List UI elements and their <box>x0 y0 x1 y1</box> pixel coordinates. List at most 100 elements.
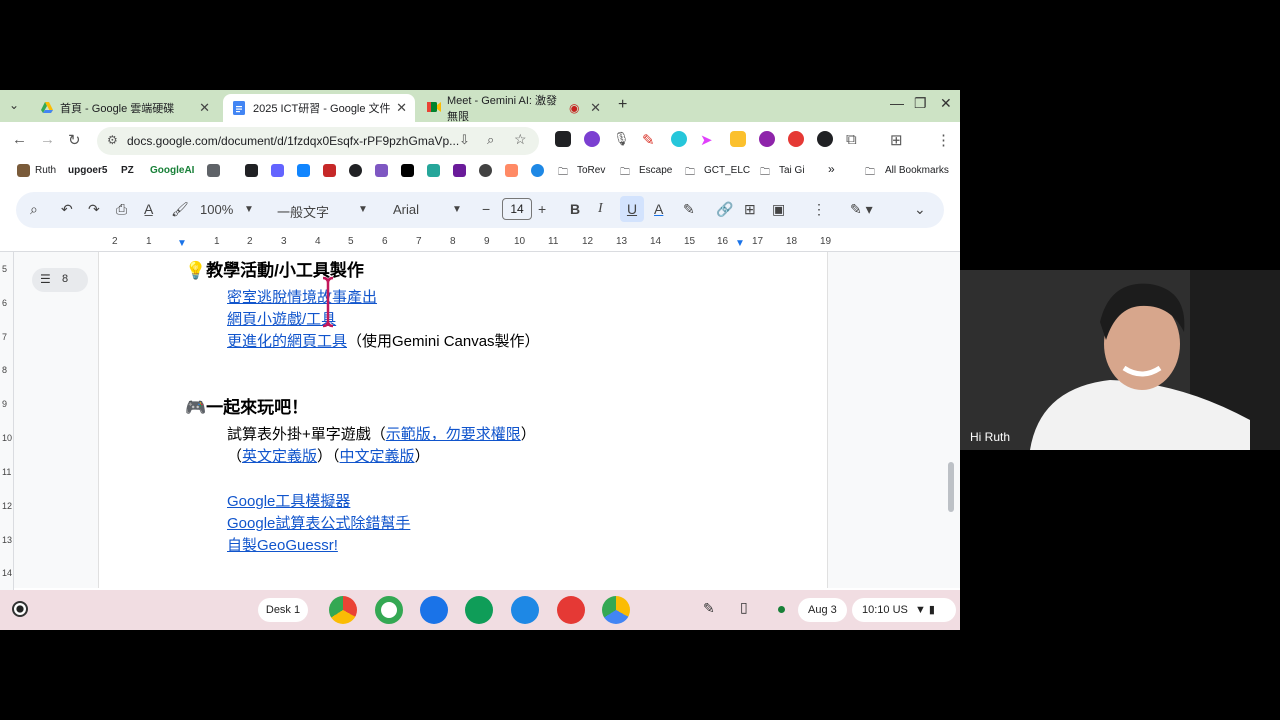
minimize-icon[interactable]: — <box>890 95 904 111</box>
bookmark-star-icon[interactable]: ☆ <box>514 131 527 148</box>
doc-link-escape-room-story[interactable]: 密室逃脫情境故事產出 <box>227 289 377 306</box>
bookmark-code-icon[interactable] <box>427 164 440 177</box>
doc-link-demo-version[interactable]: 示範版，勿要求權限 <box>386 426 521 443</box>
search-menus-icon[interactable]: ⌕ <box>30 201 38 218</box>
stylus-icon[interactable]: ✎ <box>703 600 715 617</box>
insert-link-icon[interactable]: 🔗 <box>716 201 733 218</box>
back-icon[interactable]: ← <box>12 131 27 148</box>
document-outline-button[interactable]: ☰ 8 <box>32 268 88 292</box>
style-select[interactable]: 一般文字 <box>277 202 329 221</box>
italic-icon[interactable]: I <box>598 201 603 217</box>
status-area[interactable]: 10:10 US ▼ ▮ <box>852 598 956 622</box>
extension-arrow-icon[interactable]: ➤ <box>700 131 713 149</box>
doc-link-english-definition[interactable]: 英文定義版 <box>242 448 317 465</box>
font-size-input[interactable]: 14 <box>502 198 532 220</box>
spellcheck-icon[interactable]: A̲ <box>144 201 153 217</box>
doc-link-sheets-formula-helper[interactable]: Google試算表公式除錯幫手 <box>227 515 410 532</box>
doc-link-geoguessr[interactable]: 自製GeoGuessr! <box>227 537 338 554</box>
tab-docs[interactable]: 2025 ICT研習 - Google 文件 ✕ <box>223 94 415 122</box>
text-color-icon[interactable]: A <box>654 201 663 217</box>
bookmark-orange-icon[interactable] <box>505 164 518 177</box>
document-page[interactable]: 💡教學活動/小工具製作 密室逃脫情境故事產出 網頁小遊戲/工具 更進化的網頁工具… <box>98 252 828 588</box>
chevron-down-icon[interactable]: ▼ <box>452 204 462 215</box>
phone-hub-icon[interactable]: ▯ <box>740 599 748 616</box>
pen-extension-icon[interactable]: ✎ <box>642 131 655 149</box>
bookmark-folder-torev[interactable]: ToRev <box>577 165 605 176</box>
new-tab-icon[interactable]: + <box>618 96 627 114</box>
extension-dark-icon[interactable] <box>817 131 833 147</box>
extension-square-icon[interactable] <box>555 131 571 147</box>
close-tab-icon[interactable]: ✕ <box>199 100 210 116</box>
bookmark-folder-escape[interactable]: Escape <box>639 165 672 176</box>
extension-k-icon[interactable] <box>584 131 600 147</box>
meet-app-icon[interactable] <box>465 596 493 624</box>
close-window-icon[interactable]: ✕ <box>940 95 952 112</box>
desk-button[interactable]: Desk 1 <box>258 598 308 622</box>
zoom-select[interactable]: 100% <box>200 202 233 217</box>
tab-search-chevron-icon[interactable]: ⌄ <box>9 98 19 112</box>
extensions-puzzle-icon[interactable]: ⧉ <box>846 131 857 148</box>
bookmark-purple-icon[interactable] <box>375 164 388 177</box>
restore-icon[interactable]: ❐ <box>914 95 927 112</box>
bookmark-github-icon[interactable] <box>349 164 362 177</box>
bookmark-gear-icon[interactable] <box>479 164 492 177</box>
omnibox[interactable]: ⚙ docs.google.com/document/d/1fzdqx0Esqf… <box>97 127 539 155</box>
extension-circle-icon[interactable] <box>671 131 687 147</box>
insert-image-icon[interactable]: ▣ <box>772 201 785 218</box>
print-icon[interactable]: ⎙ <box>116 201 127 218</box>
close-tab-icon[interactable]: ✕ <box>590 100 601 116</box>
vertical-ruler[interactable]: 5 6 7 8 9 10 11 12 13 14 <box>0 252 14 630</box>
bookmark-pz[interactable]: PZ <box>121 165 134 176</box>
bookmark-x-icon[interactable] <box>401 164 414 177</box>
bookmark-googleai[interactable]: GoogleAI <box>150 165 194 176</box>
bookmark-bluesky-icon[interactable] <box>297 164 310 177</box>
more-bookmarks-icon[interactable]: » <box>828 162 835 176</box>
files-app-icon[interactable] <box>511 596 539 624</box>
more-options-icon[interactable]: ⋮ <box>812 201 826 218</box>
bookmark-upgoer5[interactable]: upgoer5 <box>68 165 107 176</box>
tab-meet[interactable]: Meet - Gemini AI: 激發無限 ◉ ✕ <box>417 94 609 123</box>
bookmark-folder-gct-elc[interactable]: GCT_ELC <box>704 165 750 176</box>
doc-link-google-tool-simulator[interactable]: Google工具模擬器 <box>227 493 350 510</box>
highlight-icon[interactable]: ✎ <box>683 201 695 218</box>
chevron-down-icon[interactable]: ▼ <box>244 204 254 215</box>
bookmark-grid-icon[interactable] <box>207 164 220 177</box>
drive-app-icon[interactable] <box>602 596 630 624</box>
extension-purple-icon[interactable] <box>759 131 775 147</box>
bookmark-ruth[interactable]: Ruth <box>35 165 56 176</box>
bookmark-red-icon[interactable] <box>323 164 336 177</box>
reload-icon[interactable]: ↻ <box>68 131 81 149</box>
forward-icon[interactable]: → <box>40 131 55 148</box>
chrome-app-icon[interactable] <box>329 596 357 624</box>
classroom-app-icon[interactable] <box>375 596 403 624</box>
extension-red-icon[interactable] <box>788 131 804 147</box>
bookmark-mastodon-icon[interactable] <box>271 164 284 177</box>
extension-note-icon[interactable] <box>730 131 746 147</box>
decrease-size-icon[interactable]: − <box>482 201 490 217</box>
files-shortcut-app-icon[interactable] <box>420 596 448 624</box>
doc-link-advanced-web-tools[interactable]: 更進化的網頁工具 <box>227 333 347 350</box>
left-indent-marker-icon[interactable]: ▼ <box>177 238 187 249</box>
doc-link-chinese-definition[interactable]: 中文定義版 <box>340 448 415 465</box>
bookmark-square-icon[interactable] <box>453 164 466 177</box>
site-info-icon[interactable]: ⚙ <box>107 133 118 147</box>
tab-groups-icon[interactable]: ⊞ <box>890 131 903 149</box>
redo-icon[interactable]: ↷ <box>88 201 100 218</box>
install-app-icon[interactable]: ⇩ <box>459 132 470 148</box>
microphone-icon[interactable]: 🎙 <box>613 131 630 147</box>
underline-icon[interactable]: U <box>620 196 644 222</box>
scrollbar-thumb[interactable] <box>948 462 954 512</box>
collapse-toolbar-icon[interactable]: ⌄ <box>914 201 926 218</box>
undo-icon[interactable]: ↶ <box>61 201 73 218</box>
bold-icon[interactable]: B <box>570 201 580 217</box>
paint-format-icon[interactable]: 🖌 <box>171 201 189 218</box>
launcher-icon[interactable] <box>12 601 28 617</box>
add-comment-icon[interactable]: ⊞ <box>744 201 756 218</box>
canvas-app-icon[interactable] <box>557 596 585 624</box>
close-tab-icon[interactable]: ✕ <box>396 100 407 116</box>
horizontal-ruler[interactable]: 2 1 ▼ 1 2 3 4 5 6 7 8 9 10 11 12 13 14 1… <box>0 234 960 252</box>
menu-kebab-icon[interactable]: ⋮ <box>936 131 951 149</box>
bookmark-layers-icon[interactable] <box>245 164 258 177</box>
bookmark-all-bookmarks[interactable]: All Bookmarks <box>885 165 949 176</box>
right-indent-marker-icon[interactable]: ▼ <box>735 238 745 249</box>
